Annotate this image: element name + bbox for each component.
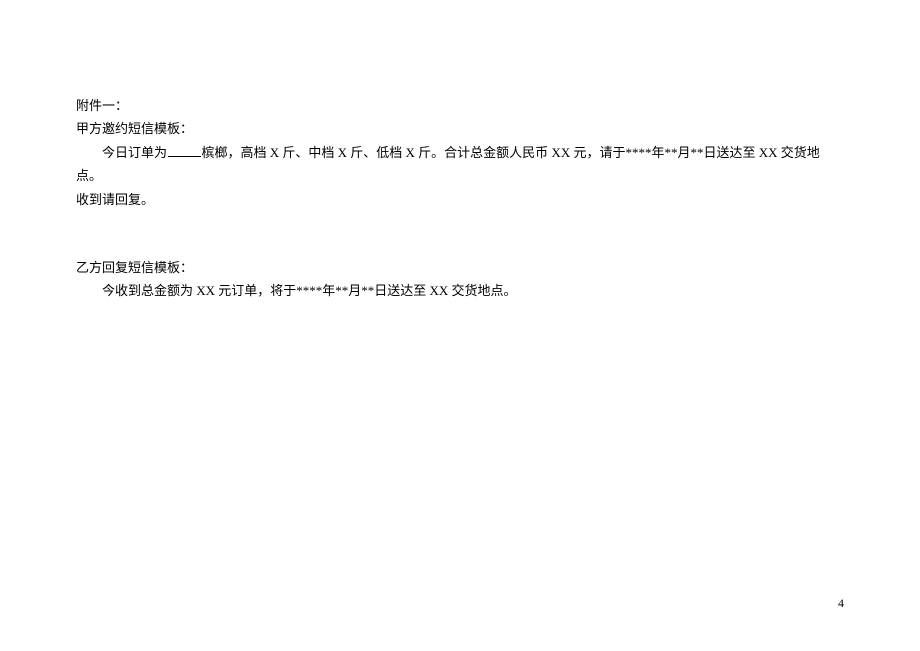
blank-underline [168,156,201,157]
page-number: 4 [838,593,844,615]
section-a-header: 甲方邀约短信模板： [76,117,844,140]
section-a-body-part2: 槟榔，高档 X 斤、中档 X 斤、低档 X 斤。合计总金额人民币 XX 元，请于… [76,145,820,183]
section-a-body-part1: 今日订单为 [102,145,167,160]
section-a-body-line1: 今日订单为槟榔，高档 X 斤、中档 X 斤、低档 X 斤。合计总金额人民币 XX… [76,141,844,188]
document-page: 附件一： 甲方邀约短信模板： 今日订单为槟榔，高档 X 斤、中档 X 斤、低档 … [0,0,920,303]
section-spacer [76,211,844,256]
attachment-title: 附件一： [76,94,844,117]
section-b-body: 今收到总金额为 XX 元订单，将于****年**月**日送达至 XX 交货地点。 [76,279,844,302]
section-a-body-line2: 收到请回复。 [76,188,844,211]
section-b-header: 乙方回复短信模板： [76,256,844,279]
